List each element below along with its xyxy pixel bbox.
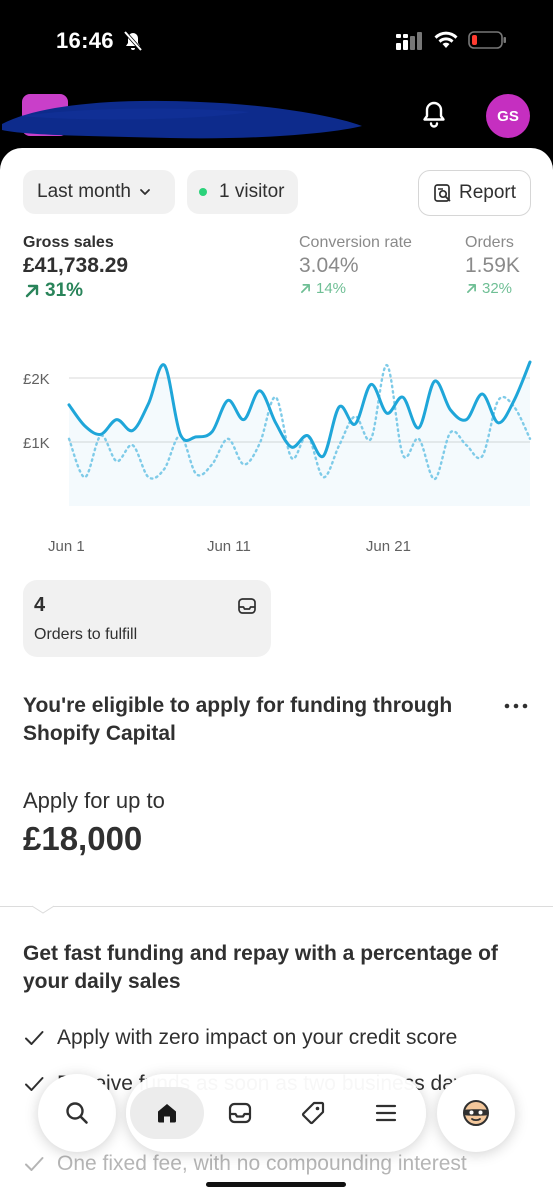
more-options-icon[interactable] bbox=[504, 702, 528, 710]
metric-change-value: 32% bbox=[482, 280, 513, 297]
benefit-text: Apply with zero impact on your credit sc… bbox=[57, 1026, 458, 1049]
benefit-item: Apply with zero impact on your credit sc… bbox=[23, 1026, 457, 1050]
apply-label: Apply for up to bbox=[23, 788, 165, 813]
metric-label: Conversion rate bbox=[299, 234, 412, 251]
wifi-icon bbox=[434, 31, 458, 48]
app-bar: GS bbox=[0, 80, 553, 148]
section-divider bbox=[0, 906, 553, 907]
metric-value: £41,738.29 bbox=[23, 254, 129, 277]
y-tick-label: £2K bbox=[23, 371, 50, 388]
orders-to-fulfill-card[interactable]: 4 Orders to fulfill bbox=[23, 580, 271, 657]
cellular-signal-icon bbox=[396, 32, 422, 50]
metric-value: 3.04% bbox=[299, 254, 359, 277]
avatar[interactable]: GS bbox=[486, 94, 530, 138]
metric-change: 32% bbox=[465, 280, 520, 297]
x-tick-label: Jun 21 bbox=[366, 538, 411, 555]
nav-products[interactable] bbox=[287, 1087, 339, 1139]
benefit-text: One fixed fee, with no compounding inter… bbox=[57, 1152, 467, 1175]
arrow-up-right-icon bbox=[301, 284, 310, 293]
home-sheet: Last month 1 visitor Report Gross sales … bbox=[0, 148, 553, 1200]
notifications-bell-icon[interactable] bbox=[418, 98, 450, 130]
callout-pointer bbox=[32, 900, 54, 914]
period-selector[interactable]: Last month bbox=[23, 170, 175, 214]
live-dot-icon bbox=[199, 188, 207, 196]
metric-change: 31% bbox=[23, 280, 128, 302]
search-icon bbox=[66, 1102, 88, 1124]
nav-profile-button[interactable] bbox=[437, 1074, 515, 1152]
report-label: Report bbox=[459, 182, 517, 203]
nav-home[interactable] bbox=[130, 1087, 204, 1139]
visitors-label: 1 visitor bbox=[219, 181, 285, 202]
fulfill-label: Orders to fulfill bbox=[34, 626, 138, 643]
capital-eligibility-title: You're eligible to apply for funding thr… bbox=[23, 694, 453, 745]
inbox-icon bbox=[238, 598, 256, 614]
nav-orders[interactable] bbox=[214, 1087, 266, 1139]
metric-change-value: 31% bbox=[45, 280, 84, 301]
home-indicator bbox=[206, 1182, 346, 1187]
metric-change-value: 14% bbox=[316, 280, 347, 297]
funding-amount: £18,000 bbox=[23, 820, 143, 857]
metric-orders[interactable]: Orders 1.59K 32% bbox=[465, 234, 520, 297]
fulfill-count: 4 bbox=[34, 594, 46, 616]
sales-line-chart[interactable]: £2K £1K Jun 1 Jun 11 Jun 21 bbox=[0, 338, 553, 558]
nav-menu[interactable] bbox=[360, 1087, 412, 1139]
nav-search-button[interactable] bbox=[38, 1074, 116, 1152]
series-area-current bbox=[69, 362, 530, 506]
checkmark-icon bbox=[25, 1031, 44, 1045]
funding-title: Get fast funding and repay with a percen… bbox=[23, 942, 498, 993]
home-icon bbox=[158, 1104, 176, 1123]
masked-avatar-icon bbox=[463, 1100, 489, 1126]
metric-change: 14% bbox=[299, 280, 412, 297]
report-button[interactable]: Report bbox=[418, 170, 531, 216]
bottom-navigation bbox=[126, 1074, 426, 1152]
period-label: Last month bbox=[37, 181, 131, 202]
tag-icon bbox=[302, 1101, 325, 1124]
x-tick-label: Jun 1 bbox=[48, 538, 85, 555]
redacted-store-name bbox=[2, 100, 362, 139]
status-time: 16:46 bbox=[56, 28, 114, 53]
chevron-down-icon bbox=[140, 189, 150, 195]
report-search-icon bbox=[434, 184, 451, 202]
menu-icon bbox=[375, 1104, 397, 1122]
checkmark-icon bbox=[25, 1077, 44, 1091]
arrow-up-right-icon bbox=[467, 284, 476, 293]
status-bar: 16:46 bbox=[0, 0, 553, 80]
live-visitors-chip[interactable]: 1 visitor bbox=[187, 170, 298, 214]
metric-value: 1.59K bbox=[465, 254, 520, 277]
battery-low-icon bbox=[468, 31, 506, 49]
y-tick-label: £1K bbox=[23, 435, 50, 452]
metric-label: Orders bbox=[465, 234, 514, 251]
arrow-up-right-icon bbox=[25, 284, 39, 298]
metric-gross-sales[interactable]: Gross sales £41,738.29 31% bbox=[23, 234, 128, 302]
metric-label: Gross sales bbox=[23, 234, 114, 251]
bell-muted-icon bbox=[123, 30, 143, 52]
benefit-item: One fixed fee, with no compounding inter… bbox=[23, 1152, 467, 1176]
checkmark-icon bbox=[25, 1157, 44, 1171]
x-tick-label: Jun 11 bbox=[207, 538, 251, 555]
inbox-icon bbox=[228, 1102, 252, 1124]
metric-conversion-rate[interactable]: Conversion rate 3.04% 14% bbox=[299, 234, 412, 297]
